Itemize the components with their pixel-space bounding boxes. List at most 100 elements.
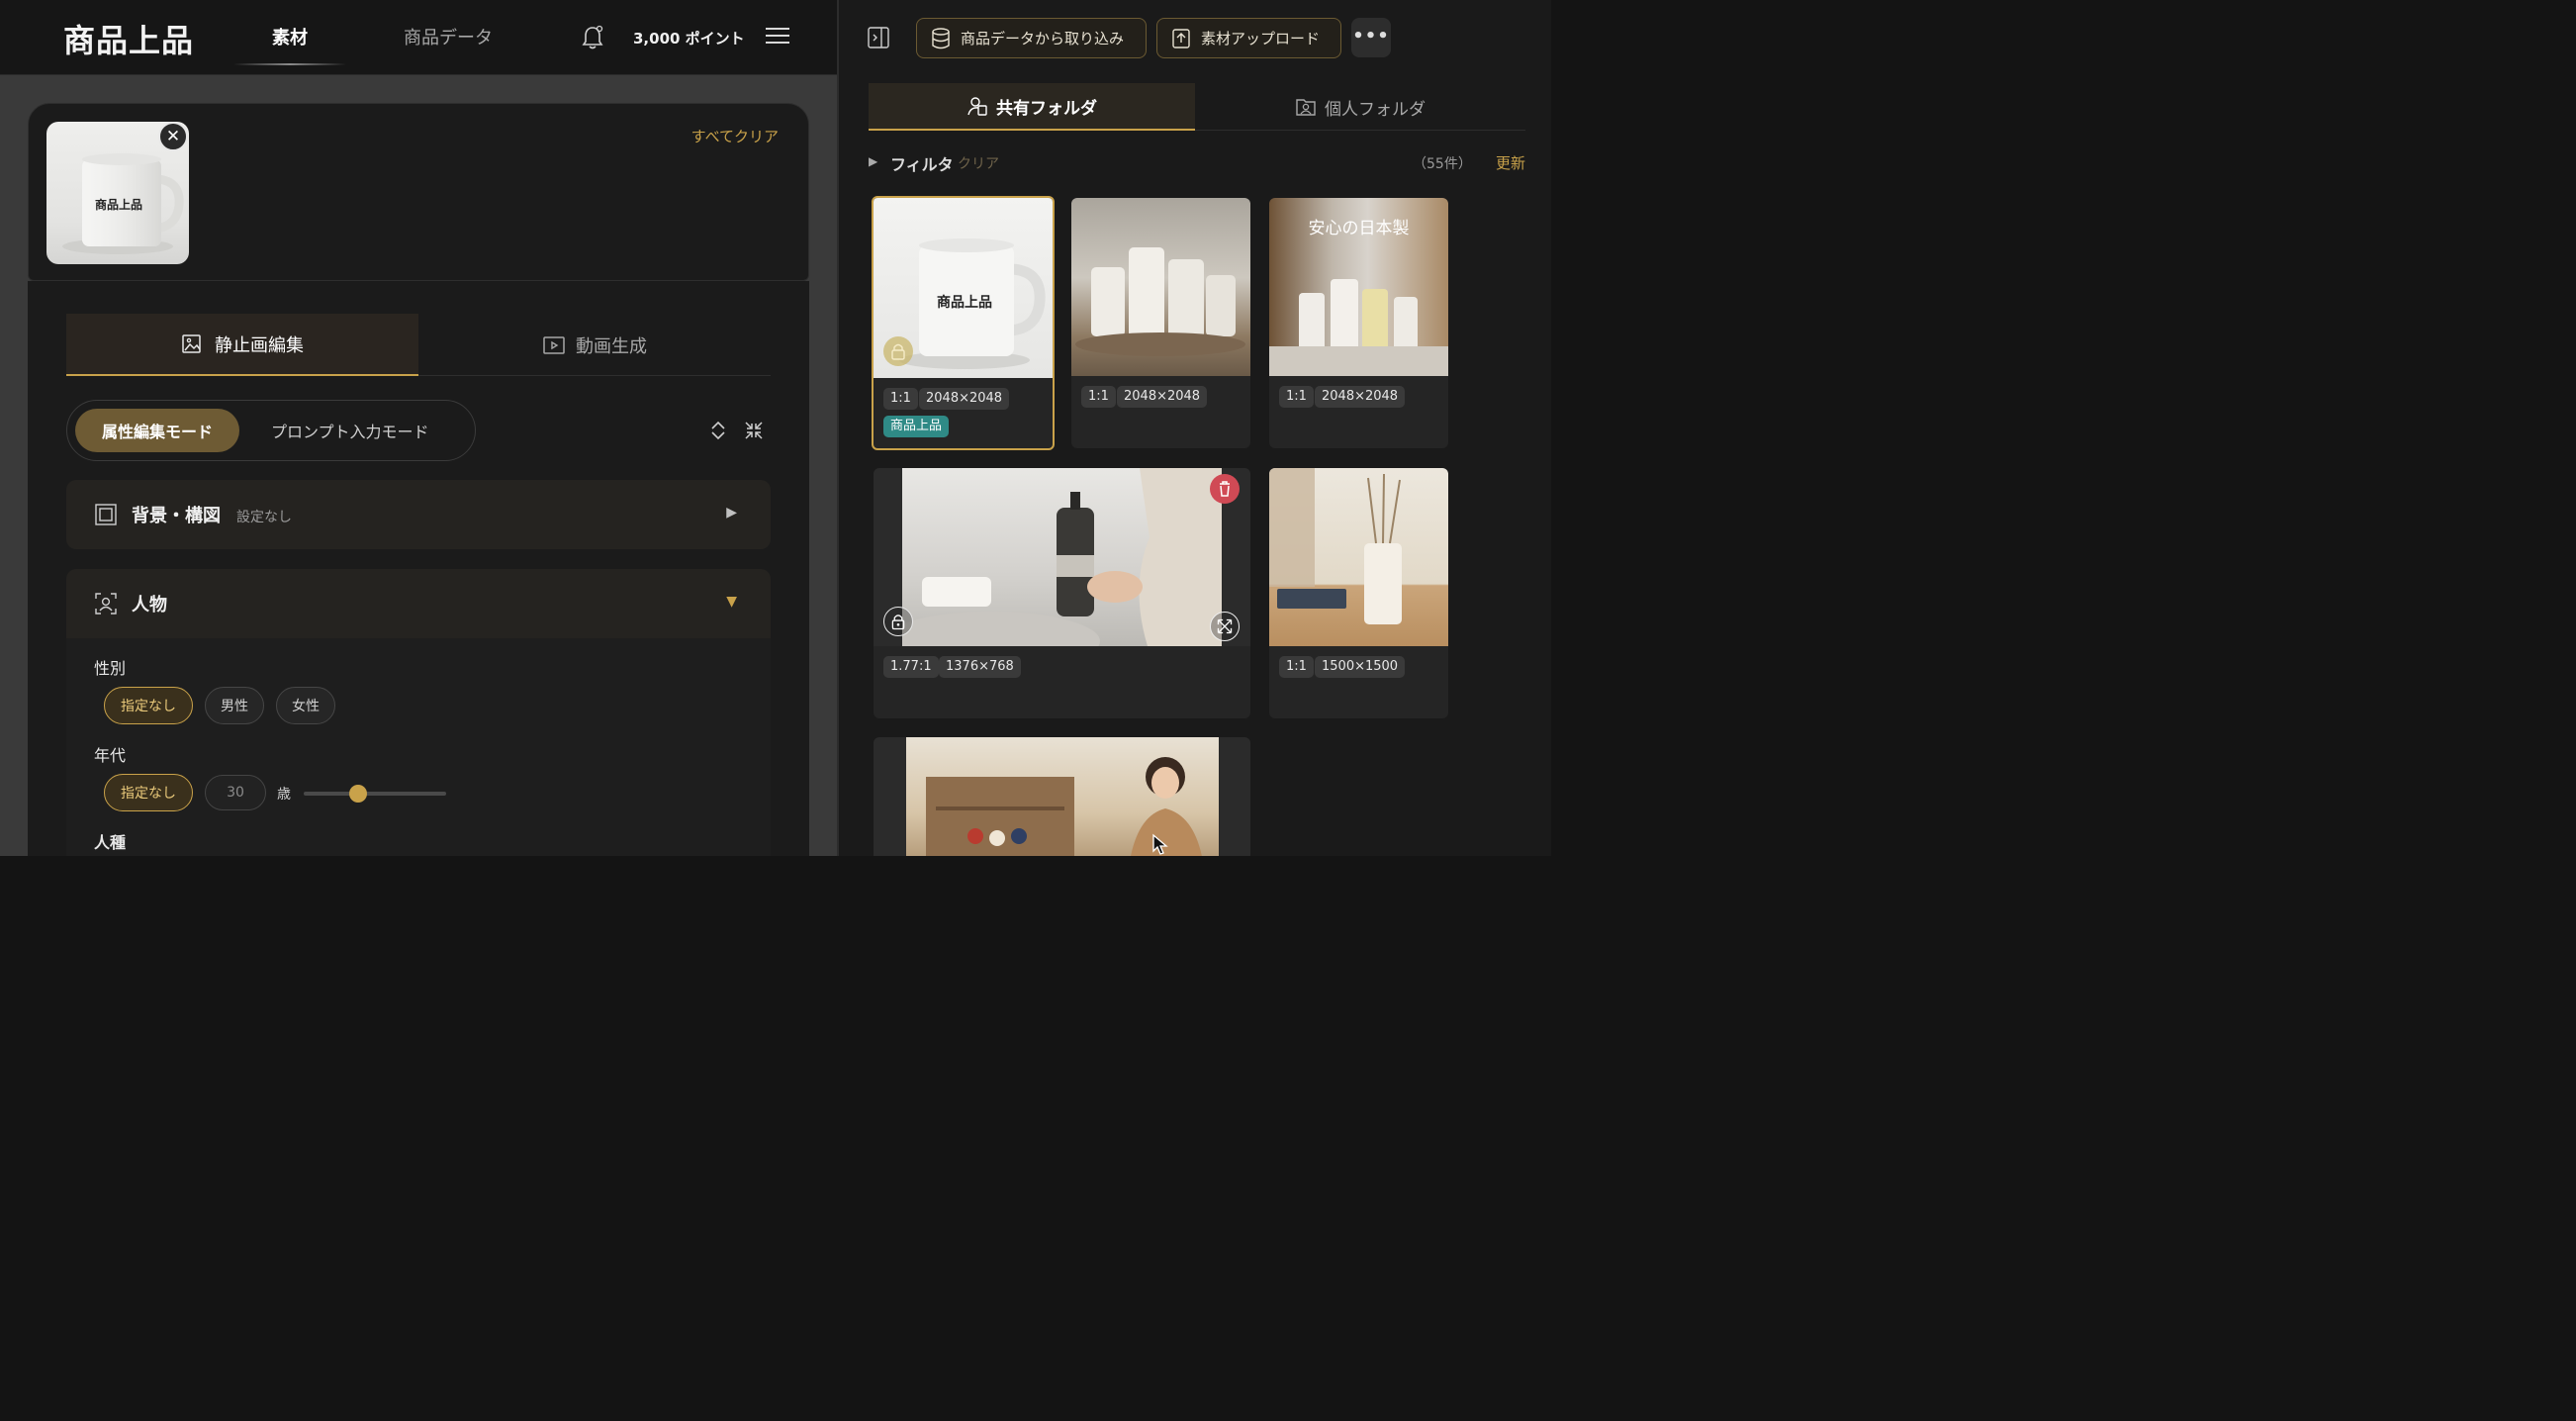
import-product-data-button[interactable]: 商品データから取り込み <box>916 18 1147 58</box>
person-scan-icon <box>95 593 117 615</box>
mode-switch: 属性編集モード プロンプト入力モード <box>66 400 476 461</box>
material-card[interactable] <box>874 737 1250 856</box>
gender-male-chip[interactable]: 男性 <box>205 687 264 724</box>
background-composition-section[interactable]: 背景・構図 設定なし ▶ <box>66 480 771 549</box>
tab-video-label: 動画生成 <box>576 335 647 357</box>
attribute-edit-mode-button[interactable]: 属性編集モード <box>75 409 239 452</box>
gender-unset-chip[interactable]: 指定なし <box>104 687 193 724</box>
edit-type-tabs: 静止画編集 動画生成 <box>66 314 771 376</box>
image-edit-icon <box>182 333 201 353</box>
lock-icon[interactable] <box>883 336 913 366</box>
resolution-tag: 2048×2048 <box>1117 386 1208 408</box>
material-card[interactable]: 1:1 1500×1500 <box>1269 468 1448 718</box>
nav-tab-materials[interactable]: 素材 <box>233 24 346 49</box>
notification-bell-icon[interactable] <box>580 24 605 51</box>
filter-clear-link[interactable]: クリア <box>958 153 999 173</box>
points-balance[interactable]: 3,000 ポイント <box>633 28 745 48</box>
aspect-ratio-tag: 1:1 <box>1279 656 1314 678</box>
shared-folder-label: 共有フォルダ <box>996 98 1097 119</box>
edit-panel: 静止画編集 動画生成 属性編集モード プロンプト入力モード 背景・構図 設定なし… <box>28 281 809 856</box>
resolution-tag: 1376×768 <box>939 656 1021 678</box>
material-thumbnail: 安心の日本製 <box>1269 198 1448 376</box>
app-root: 商品上品 素材 商品データ 3,000 ポイント 商品上品 ✕ すべてクリア 静… <box>0 0 1551 856</box>
folder-tabs: 共有フォルダ 個人フォルダ <box>869 83 1525 131</box>
resolution-tag: 1500×1500 <box>1315 656 1406 678</box>
upload-label: 素材アップロード <box>1201 30 1321 47</box>
personal-folder-label: 個人フォルダ <box>1325 99 1426 120</box>
more-options-button[interactable]: ••• <box>1351 18 1391 57</box>
video-icon <box>543 335 565 354</box>
photo-area <box>882 468 1222 646</box>
background-section-title: 背景・構図 <box>132 506 221 526</box>
unlock-icon[interactable] <box>883 607 913 636</box>
photo-area <box>906 737 1219 856</box>
nav-active-indicator <box>233 63 346 65</box>
prompt-input-mode-button[interactable]: プロンプト入力モード <box>271 419 429 442</box>
material-thumbnail <box>1071 198 1250 376</box>
age-slider-handle[interactable] <box>349 785 367 803</box>
mug-print-text: 商品上品 <box>94 198 142 212</box>
app-logo[interactable]: 商品上品 <box>63 16 194 61</box>
material-card[interactable]: 商品上品 1:1 2048×2048 商品上品 <box>872 196 1055 450</box>
tab-video-generation[interactable]: 動画生成 <box>418 314 771 376</box>
filter-bar: ▶ フィルタ クリア （55件） 更新 <box>869 150 1525 176</box>
image-caption-text: 安心の日本製 <box>1308 219 1410 238</box>
race-label: 人種 <box>94 833 127 852</box>
expand-arrow-icon: ▶ <box>726 505 737 521</box>
expand-preview-icon[interactable] <box>1210 612 1240 641</box>
tab-personal-folder[interactable]: 個人フォルダ <box>1195 83 1525 131</box>
tab-still-label: 静止画編集 <box>215 334 304 356</box>
remove-image-button[interactable]: ✕ <box>158 122 188 151</box>
aspect-ratio-tag: 1:1 <box>1279 386 1314 408</box>
filter-expand-icon[interactable]: ▶ <box>869 154 877 168</box>
panel-toggle-icon[interactable] <box>867 26 890 49</box>
age-input[interactable]: 30 <box>205 775 266 810</box>
library-pane: 商品データから取り込み 素材アップロード ••• 共有フォルダ 個人フォルダ ▶… <box>837 0 1551 856</box>
material-card[interactable]: 安心の日本製 1:1 2048×2048 <box>1269 198 1448 448</box>
filter-label[interactable]: フィルタ <box>890 151 954 175</box>
person-attributes: 性別 指定なし 男性 女性 年代 指定なし 30 歳 人種 <box>66 638 771 856</box>
material-thumbnail <box>874 468 1250 646</box>
collapse-arrow-icon: ▼ <box>726 594 737 610</box>
bottles-image <box>1075 247 1245 356</box>
resolution-tag: 2048×2048 <box>1315 386 1406 408</box>
background-section-status: 設定なし <box>236 510 292 525</box>
person-section-title: 人物 <box>132 595 167 616</box>
item-count: （55件） <box>1413 156 1472 172</box>
menu-icon[interactable] <box>766 28 789 46</box>
person-section[interactable]: 人物 ▼ <box>66 569 771 638</box>
store-image <box>926 757 1202 856</box>
nav-tab-product-data[interactable]: 商品データ <box>404 24 493 49</box>
age-label: 年代 <box>94 746 127 765</box>
database-icon <box>932 27 950 48</box>
composition-icon <box>95 504 117 525</box>
tab-shared-folder[interactable]: 共有フォルダ <box>869 83 1195 131</box>
collapse-all-icon[interactable] <box>742 419 766 442</box>
age-slider-track[interactable] <box>304 792 446 796</box>
material-card[interactable]: 1.77:1 1376×768 <box>874 468 1250 718</box>
upload-material-button[interactable]: 素材アップロード <box>1156 18 1341 58</box>
hand-pump-image <box>882 468 1222 646</box>
mouse-cursor-icon <box>1152 833 1168 855</box>
material-thumbnail: 商品上品 <box>874 198 1053 378</box>
top-bar: 商品上品 素材 商品データ 3,000 ポイント <box>0 0 837 75</box>
age-unit: 歳 <box>277 787 291 803</box>
age-unset-chip[interactable]: 指定なし <box>104 774 193 811</box>
aspect-ratio-tag: 1.77:1 <box>883 656 939 678</box>
editor-pane: 商品上品 素材 商品データ 3,000 ポイント 商品上品 ✕ すべてクリア 静… <box>0 0 837 856</box>
import-label: 商品データから取り込み <box>961 30 1125 47</box>
clear-all-link[interactable]: すべてクリア <box>691 126 779 146</box>
upload-icon <box>1172 28 1190 48</box>
aspect-ratio-tag: 1:1 <box>1081 386 1116 408</box>
material-card[interactable]: 1:1 2048×2048 <box>1071 198 1250 448</box>
expand-all-icon[interactable] <box>706 419 730 442</box>
material-thumbnail <box>1269 468 1448 646</box>
tab-still-image-edit[interactable]: 静止画編集 <box>66 314 418 376</box>
shared-folder-icon <box>967 97 987 116</box>
personal-folder-icon <box>1296 99 1316 116</box>
trash-icon[interactable] <box>1210 474 1240 504</box>
gender-label: 性別 <box>94 659 127 678</box>
gender-female-chip[interactable]: 女性 <box>276 687 335 724</box>
refresh-link[interactable]: 更新 <box>1496 152 1525 173</box>
product-tag: 商品上品 <box>883 416 950 437</box>
